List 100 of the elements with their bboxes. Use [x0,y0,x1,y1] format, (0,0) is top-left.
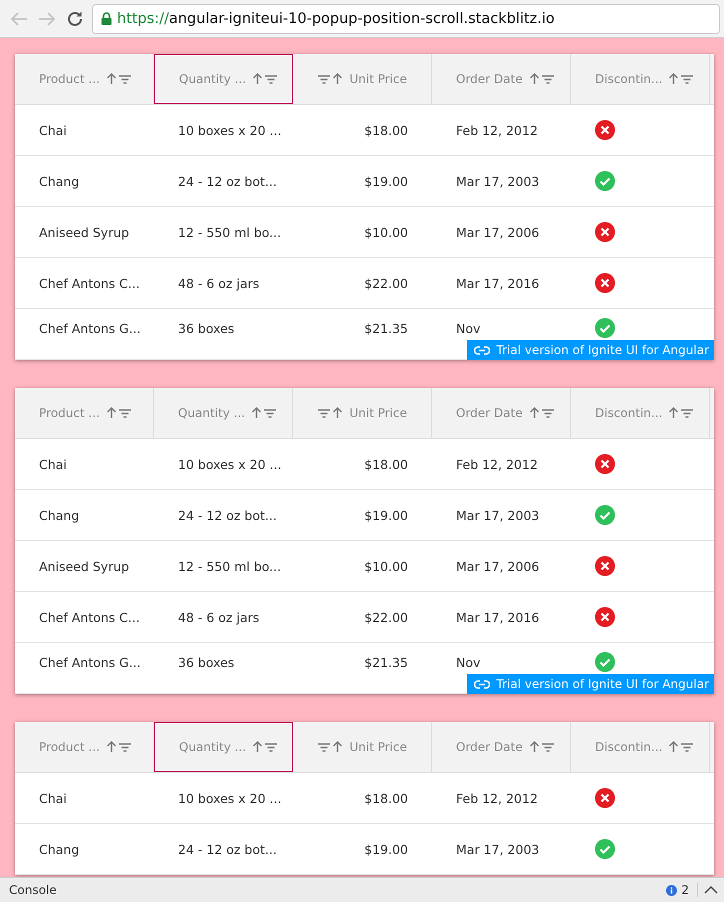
sort-arrow-icon[interactable] [528,73,540,85]
table-cell-text: Feb 12, 2012 [455,456,539,472]
table-cell-text: 10 boxes x 20 ... [177,456,282,472]
column-header[interactable]: Quantity ... [154,388,293,438]
link-icon [474,680,490,688]
column-header[interactable]: Discontin... [571,388,710,438]
table-cell-text: Chef Antons G... [38,654,142,670]
address-bar[interactable]: https://angular-igniteui-10-popup-position-scroll.stackblitz.io [92,4,720,34]
column-header[interactable]: Quantity ... [154,722,293,772]
table-cell-text: 10 boxes x 20 ... [177,790,282,806]
table-cell-text: $22.00 [363,610,409,624]
column-title: Discontin... [595,406,662,420]
column-title: Product ... [39,72,100,86]
column-title: Order Date [456,72,523,86]
sort-arrow-icon[interactable] [332,73,344,85]
table-cell-text: Nov [455,320,482,336]
sort-arrow-icon[interactable] [668,407,680,419]
filter-icon[interactable] [542,742,554,752]
table-cell-text: Mar 17, 2003 [455,174,540,188]
filter-icon[interactable] [265,74,278,84]
sort-arrow-icon[interactable] [252,73,264,85]
table-cell-text: $18.00 [363,790,409,806]
sort-arrow-icon[interactable] [106,407,117,419]
table-cell-text: Aniseed Syrup [38,558,130,574]
sort-arrow-icon[interactable] [528,741,540,753]
sort-arrow-icon[interactable] [332,741,344,753]
link-icon [474,346,490,354]
table-cell-text: Feb 12, 2012 [455,122,539,138]
column-header[interactable]: Unit Price [293,722,432,772]
sort-arrow-icon[interactable] [668,741,680,753]
table-cell-text: Mar 17, 2003 [455,508,540,522]
filter-icon[interactable] [542,408,554,418]
column-header[interactable]: Order Date [432,722,571,772]
filter-icon[interactable] [118,742,131,752]
table-cell-text: 48 - 6 oz jars [177,276,260,290]
column-header[interactable]: Product ... [15,722,154,772]
table-cell-text: Chang [38,174,80,188]
column-title: Quantity ... [179,72,246,86]
table-cell-text: 24 - 12 oz bot... [177,842,278,856]
table-cell-text: Mar 17, 2006 [455,558,540,574]
trial-link[interactable]: Trial version of Ignite UI for Angular [467,340,714,360]
table-cell-text: $18.00 [363,122,409,138]
filter-icon[interactable] [681,408,694,418]
filter-icon[interactable] [118,74,131,84]
table-cell-text: $18.00 [363,456,409,472]
table-cell-text: $21.35 [363,654,409,670]
column-header[interactable]: Product ... [15,54,154,104]
filter-icon[interactable] [318,74,330,84]
sort-arrow-icon[interactable] [106,741,117,753]
column-title: Order Date [456,406,523,420]
table-cell-text: Chang [38,508,80,522]
sort-arrow-icon[interactable] [252,741,264,753]
filter-icon[interactable] [681,742,694,752]
table-cell-text: $19.00 [363,842,409,856]
filter-icon[interactable] [681,74,694,84]
column-header[interactable]: Unit Price [293,388,432,438]
column-header[interactable]: Product ... [15,388,154,438]
column-header[interactable]: Discontin... [571,722,710,772]
table-cell-text: $10.00 [363,558,409,574]
filter-icon[interactable] [542,74,554,84]
filter-icon[interactable] [318,408,330,418]
column-title: Product ... [39,406,100,420]
table-cell-text: Mar 17, 2003 [455,842,540,856]
column-header[interactable]: Order Date [432,388,571,438]
table-cell-text: Chai [38,790,68,806]
column-title: Discontin... [595,740,662,754]
table-cell-text: Nov [455,654,482,670]
url-protocol: https:// [117,10,169,26]
column-title: Quantity ... [179,740,246,754]
sort-arrow-icon[interactable] [106,73,117,85]
sort-arrow-icon[interactable] [251,407,262,419]
console-label[interactable]: Console [9,883,666,897]
sort-arrow-icon[interactable] [668,73,680,85]
lock-icon [101,12,112,25]
column-title: Discontin... [595,72,662,86]
column-header[interactable]: Discontin... [571,54,710,104]
trial-link[interactable]: Trial version of Ignite UI for Angular [467,674,714,694]
table-cell-text: Chef Antons G... [38,320,142,336]
expand-button[interactable] [704,886,718,894]
column-header[interactable]: Unit Price [293,54,432,104]
table-cell-text: Mar 17, 2016 [455,610,540,624]
table-cell-text: 12 - 550 ml bo... [177,224,282,240]
table-cell-text: Chai [38,122,68,138]
filter-icon[interactable] [265,742,278,752]
filter-icon[interactable] [318,742,330,752]
sort-arrow-icon[interactable] [528,407,540,419]
table-cell-text: $10.00 [363,224,409,240]
column-title: Quantity ... [178,406,246,420]
column-header[interactable]: Order Date [432,54,571,104]
filter-icon[interactable] [264,408,276,418]
table-cell-text: Mar 17, 2016 [455,276,540,290]
filter-icon[interactable] [118,408,131,418]
sort-arrow-icon[interactable] [332,407,344,419]
table-cell-text: 48 - 6 oz jars [177,610,260,624]
column-header[interactable]: Quantity ... [154,54,293,104]
column-title: Order Date [456,740,523,754]
url-host: angular-igniteui-10-popup-position-scroll.stackblitz.io [168,10,555,26]
table-cell-text: $22.00 [363,276,409,290]
table-cell-text: Feb 12, 2012 [455,790,539,806]
table-cell-text: 24 - 12 oz bot... [177,508,278,522]
